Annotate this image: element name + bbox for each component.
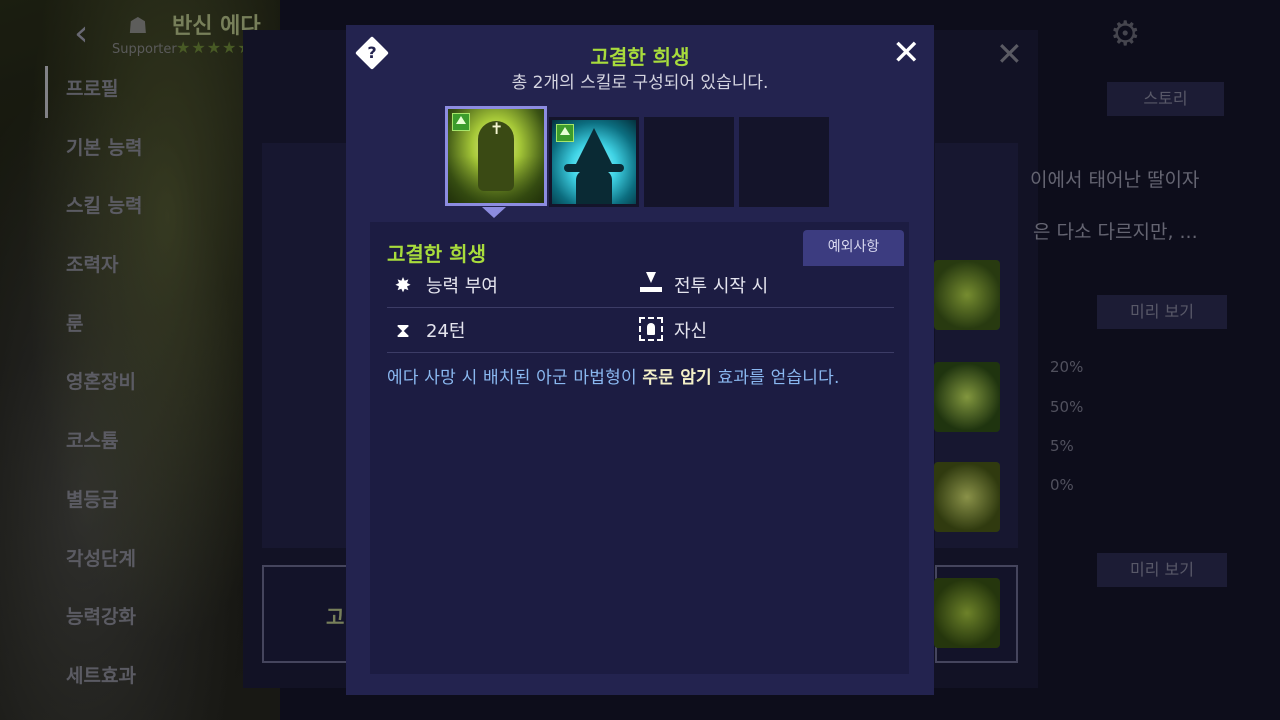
skill-duration-label: 24턴 [426,321,466,342]
hourglass-icon: ⧗ [395,318,411,342]
divider [387,307,894,308]
upgrade-arrow-icon [556,124,574,142]
skill-target: 자신 [638,317,707,343]
exception-button[interactable]: 예외사항 [803,230,904,266]
description-highlight: 주문 암기 [642,368,712,388]
description-part-1: 에다 사망 시 배치된 아군 마법형이 [387,368,643,388]
popup-subtitle: 총 2개의 스킬로 구성되어 있습니다. [511,73,769,93]
popup-title: 고결한 희생 [590,45,690,69]
selected-slot-pointer [482,207,506,218]
skill-slot-2[interactable] [549,117,639,207]
divider [387,352,894,353]
skill-duration: ⧗ 24턴 [390,317,466,343]
skill-slot-4-empty [739,117,829,207]
skill-name: 고결한 희생 [387,242,486,266]
upgrade-arrow-icon [452,113,470,131]
skill-timing-label: 전투 시작 시 [674,276,769,297]
skill-description: 에다 사망 시 배치된 아군 마법형이 주문 암기 효과를 얻습니다. [387,363,840,388]
download-icon [638,272,664,298]
buff-icon: ✸ [394,273,412,297]
witch-skill-icon [552,120,636,204]
holy-sacrifice-skill-icon: ✝ [448,109,544,203]
skill-timing: 전투 시작 시 [638,272,768,298]
description-part-2: 효과를 얻습니다. [711,368,840,388]
skill-type: ✸ 능력 부여 [390,272,498,298]
skill-type-label: 능력 부여 [426,276,498,297]
skill-slot-3-empty [644,117,734,207]
skill-slot-1[interactable]: ✝ [445,106,547,206]
target-self-icon [638,317,664,343]
skill-target-label: 자신 [674,321,708,342]
